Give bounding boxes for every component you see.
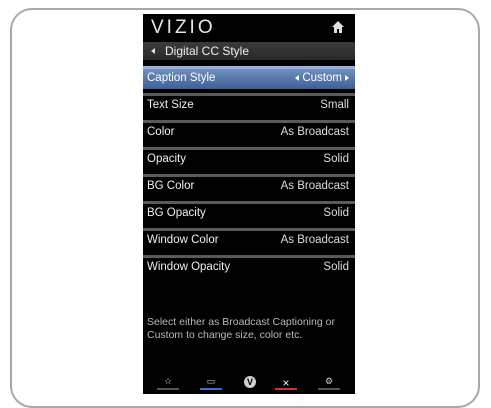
setting-row-bg-color[interactable]: BG Color As Broadcast bbox=[143, 174, 355, 197]
setting-label: Caption Style bbox=[147, 72, 216, 84]
setting-label: Opacity bbox=[147, 153, 186, 165]
setting-label: Color bbox=[147, 126, 175, 138]
settings-glyph: ⚙ bbox=[324, 376, 334, 386]
setting-value: Solid bbox=[323, 153, 349, 165]
footer-bar: ☆ ▭ V × ⚙ bbox=[143, 374, 355, 394]
setting-row-bg-opacity[interactable]: BG Opacity Solid bbox=[143, 201, 355, 224]
close-icon[interactable]: × bbox=[275, 376, 297, 390]
setting-row-window-color[interactable]: Window Color As Broadcast bbox=[143, 228, 355, 251]
home-icon[interactable] bbox=[331, 20, 345, 34]
menu-title-bar[interactable]: Digital CC Style bbox=[143, 42, 355, 60]
tv-screen: VIZIO Digital CC Style Caption Style Cus… bbox=[143, 14, 355, 394]
v-glyph: V bbox=[244, 376, 256, 388]
setting-row-window-opacity[interactable]: Window Opacity Solid bbox=[143, 255, 355, 278]
setting-row-text-size[interactable]: Text Size Small bbox=[143, 93, 355, 116]
setting-label: BG Opacity bbox=[147, 207, 206, 219]
setting-row-caption-style[interactable]: Caption Style Custom bbox=[143, 66, 355, 89]
setting-row-color[interactable]: Color As Broadcast bbox=[143, 120, 355, 143]
settings-list: Caption Style Custom Text Size Small Col… bbox=[143, 66, 355, 282]
setting-label: Window Opacity bbox=[147, 261, 231, 273]
settings-icon[interactable]: ⚙ bbox=[318, 376, 340, 390]
right-arrow-icon[interactable] bbox=[345, 74, 349, 81]
setting-value-text: Custom bbox=[302, 72, 342, 84]
menu-title: Digital CC Style bbox=[165, 44, 250, 58]
v-icon[interactable]: V bbox=[239, 376, 261, 390]
setting-value: Small bbox=[320, 99, 349, 111]
setting-value[interactable]: Custom bbox=[295, 72, 349, 84]
setting-value: As Broadcast bbox=[280, 180, 349, 192]
vizio-logo: VIZIO bbox=[151, 17, 216, 38]
setting-value: As Broadcast bbox=[280, 126, 349, 138]
setting-label: Text Size bbox=[147, 99, 194, 111]
back-arrow-icon[interactable] bbox=[151, 48, 155, 54]
setting-label: BG Color bbox=[147, 180, 195, 192]
star-glyph: ☆ bbox=[163, 376, 173, 386]
setting-row-opacity[interactable]: Opacity Solid bbox=[143, 147, 355, 170]
setting-value: As Broadcast bbox=[280, 234, 349, 246]
top-bar: VIZIO bbox=[143, 14, 355, 40]
left-arrow-icon[interactable] bbox=[295, 74, 300, 81]
widget-glyph: ▭ bbox=[206, 376, 216, 386]
help-text: Select either as Broadcast Captioning or… bbox=[147, 316, 335, 341]
widget-icon[interactable]: ▭ bbox=[200, 376, 222, 390]
setting-label: Window Color bbox=[147, 234, 219, 246]
star-icon[interactable]: ☆ bbox=[157, 376, 179, 390]
setting-value: Solid bbox=[323, 207, 349, 219]
setting-value: Solid bbox=[323, 261, 349, 273]
